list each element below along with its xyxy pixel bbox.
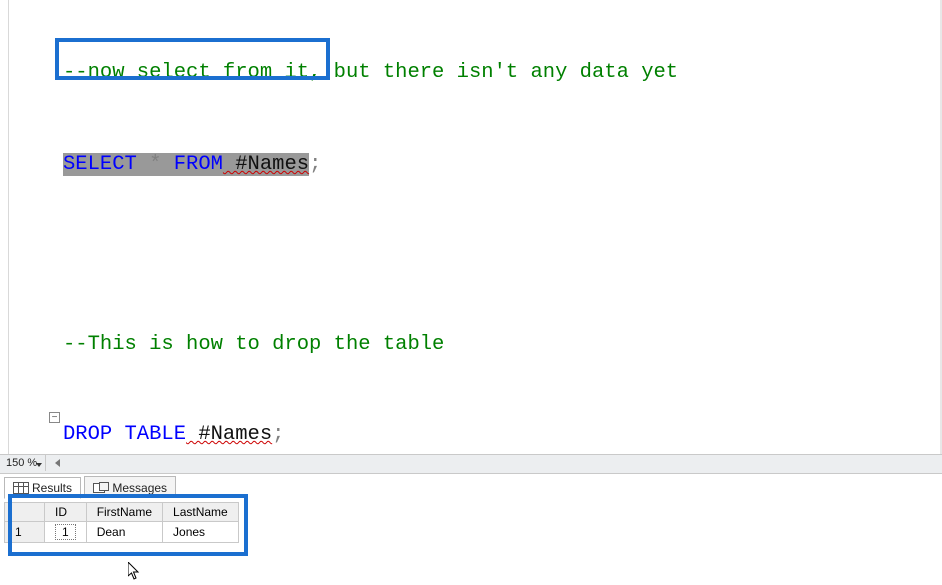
mouse-cursor-icon	[128, 562, 140, 580]
code-comment: --This is how to drop the table	[63, 333, 444, 356]
tab-label: Messages	[112, 481, 167, 495]
code-area[interactable]: --now select from it, but there isn't an…	[63, 0, 940, 454]
sql-star: *	[137, 153, 174, 176]
results-grid[interactable]: ID FirstName LastName 1 1 Dean Jones	[0, 502, 942, 543]
row-number[interactable]: 1	[5, 522, 45, 543]
cell-lastname[interactable]: Jones	[163, 522, 239, 543]
collapse-toggle-icon[interactable]: −	[49, 412, 60, 423]
sql-keyword: DROP TABLE	[63, 423, 186, 446]
col-id[interactable]: ID	[45, 503, 87, 522]
sql-editor-pane[interactable]: − --now select from it, but there isn't …	[0, 0, 942, 454]
results-tabs: Results Messages	[4, 476, 176, 500]
sql-identifier: #Names	[186, 423, 272, 446]
sql-keyword: SELECT	[63, 153, 137, 176]
tab-label: Results	[32, 481, 72, 495]
col-lastname[interactable]: LastName	[163, 503, 239, 522]
sql-keyword: FROM	[174, 153, 223, 176]
semicolon: ;	[309, 153, 321, 176]
editor-gutter	[0, 0, 62, 454]
cell-firstname[interactable]: Dean	[86, 522, 162, 543]
zoom-dropdown[interactable]: 150 %	[0, 455, 46, 471]
messages-icon	[93, 482, 107, 494]
scroll-left-icon[interactable]	[55, 459, 60, 467]
sql-identifier: #Names	[223, 153, 309, 176]
grid-icon	[13, 482, 27, 494]
tab-results[interactable]: Results	[4, 477, 81, 499]
zoom-bar: 150 %	[0, 454, 942, 474]
col-firstname[interactable]: FirstName	[86, 503, 162, 522]
row-header-blank	[5, 503, 45, 522]
code-comment: --now select from it, but there isn't an…	[63, 61, 678, 84]
tab-messages[interactable]: Messages	[84, 476, 176, 498]
table-header-row: ID FirstName LastName	[5, 503, 239, 522]
cell-id[interactable]: 1	[45, 522, 87, 543]
result-table[interactable]: ID FirstName LastName 1 1 Dean Jones	[4, 502, 239, 543]
table-row[interactable]: 1 1 Dean Jones	[5, 522, 239, 543]
semicolon: ;	[272, 423, 284, 446]
